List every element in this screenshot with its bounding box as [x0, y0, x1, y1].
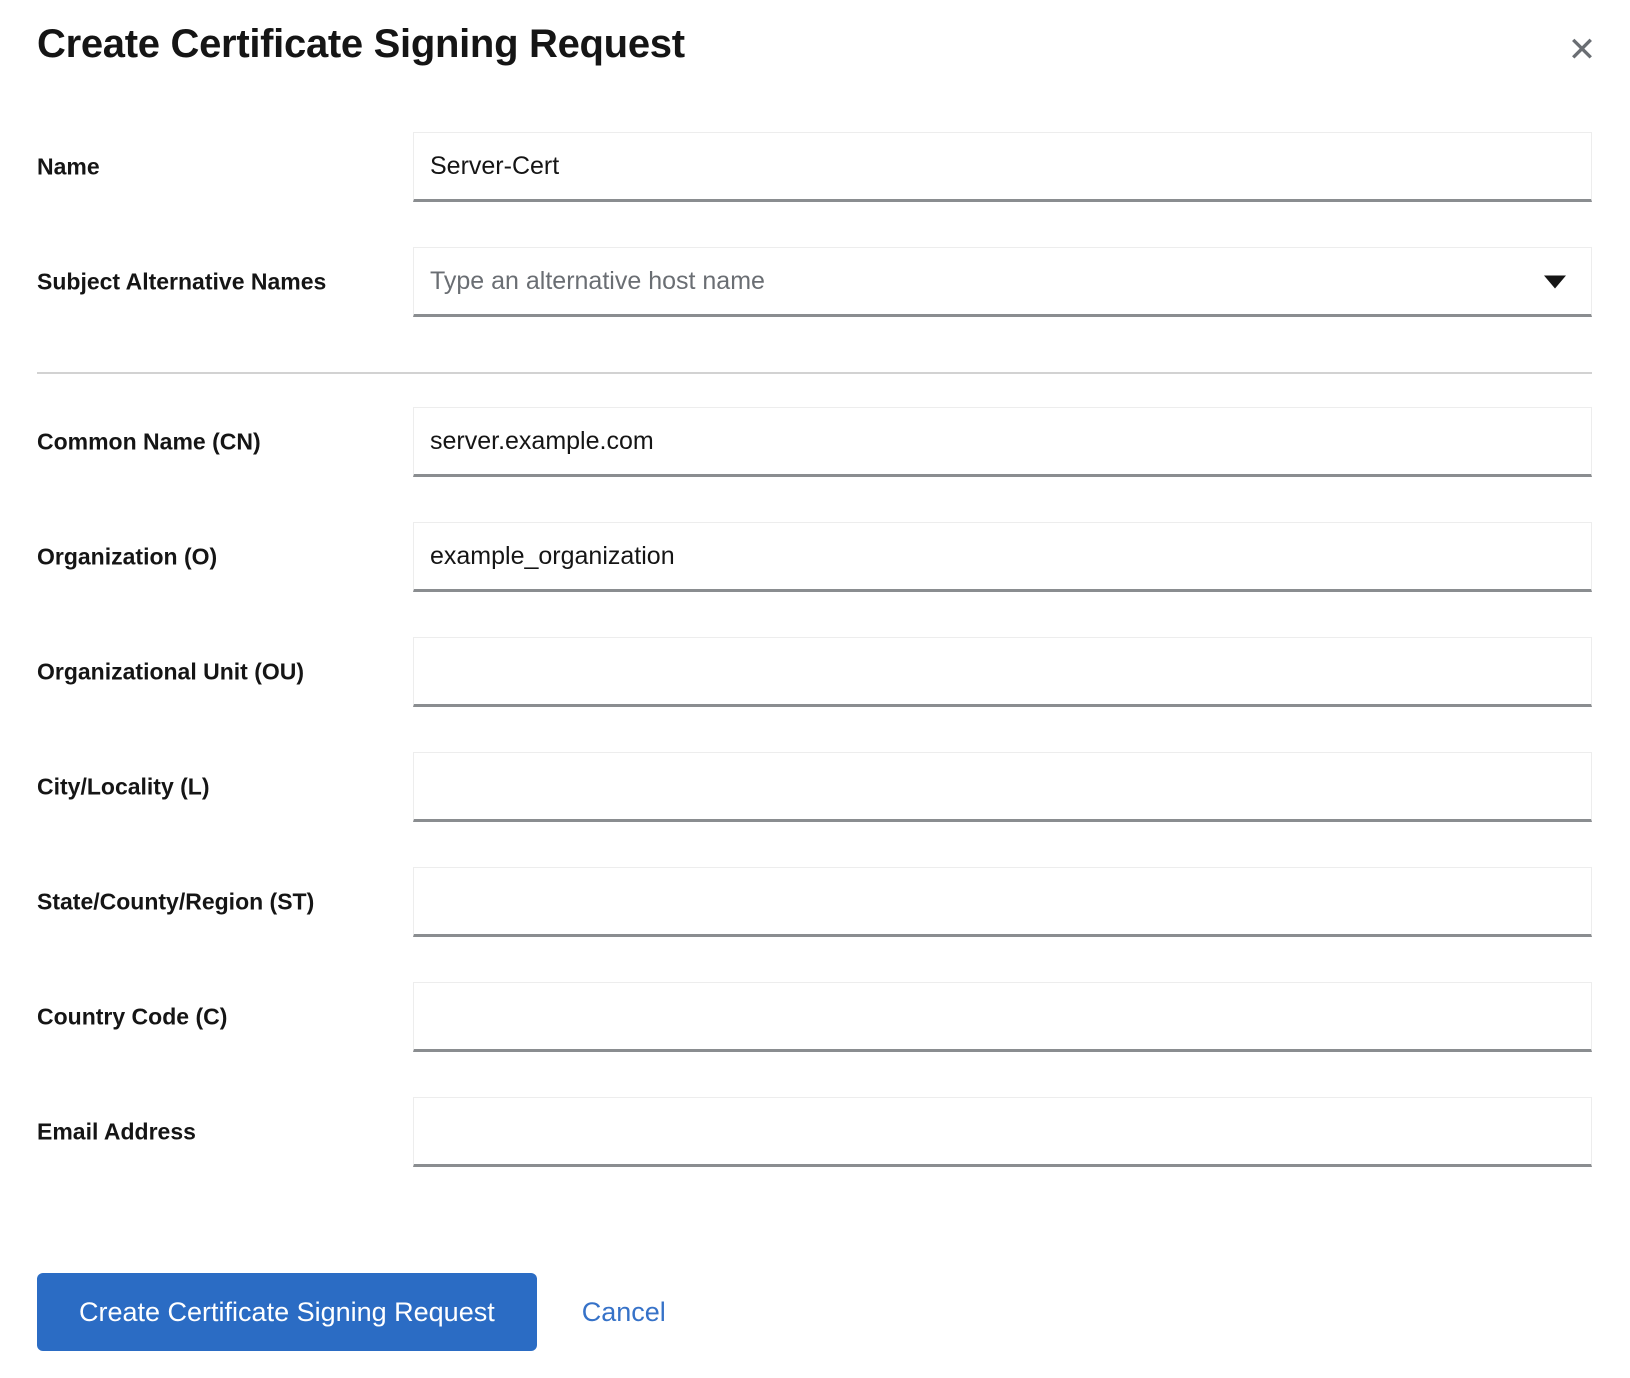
country-code-input[interactable] — [413, 982, 1592, 1052]
close-button[interactable]: ✕ — [1556, 24, 1608, 76]
cancel-button[interactable]: Cancel — [582, 1297, 666, 1328]
form-row-organizational-unit: Organizational Unit (OU) — [37, 637, 1592, 707]
section-divider — [37, 372, 1592, 374]
field-wrap-organization — [413, 522, 1592, 592]
form-row-organization: Organization (O) — [37, 522, 1592, 592]
dialog-header: Create Certificate Signing Request ✕ — [0, 0, 1630, 110]
label-organization: Organization (O) — [37, 544, 217, 571]
label-name: Name — [37, 154, 100, 181]
label-state-county-region: State/County/Region (ST) — [37, 889, 314, 916]
form-row-name: Name — [37, 132, 1592, 202]
subject-alternative-names-input[interactable] — [413, 247, 1592, 317]
form-row-email-address: Email Address — [37, 1097, 1592, 1167]
page-title: Create Certificate Signing Request — [37, 22, 685, 67]
create-csr-button[interactable]: Create Certificate Signing Request — [37, 1273, 537, 1351]
field-wrap-state-county-region — [413, 867, 1592, 937]
form-row-subject-alternative-names: Subject Alternative Names — [37, 247, 1592, 317]
label-email-address: Email Address — [37, 1119, 196, 1146]
field-wrap-common-name — [413, 407, 1592, 477]
field-wrap-organizational-unit — [413, 637, 1592, 707]
close-icon: ✕ — [1568, 33, 1597, 67]
label-subject-alternative-names: Subject Alternative Names — [37, 269, 326, 296]
field-wrap-name — [413, 132, 1592, 202]
field-wrap-subject-alternative-names — [413, 247, 1592, 317]
label-city-locality: City/Locality (L) — [37, 774, 210, 801]
dialog-footer: Create Certificate Signing Request Cance… — [37, 1273, 666, 1351]
common-name-input[interactable] — [413, 407, 1592, 477]
form-row-common-name: Common Name (CN) — [37, 407, 1592, 477]
email-address-input[interactable] — [413, 1097, 1592, 1167]
field-wrap-email-address — [413, 1097, 1592, 1167]
label-organizational-unit: Organizational Unit (OU) — [37, 659, 304, 686]
name-input[interactable] — [413, 132, 1592, 202]
organization-input[interactable] — [413, 522, 1592, 592]
state-county-region-input[interactable] — [413, 867, 1592, 937]
city-locality-input[interactable] — [413, 752, 1592, 822]
form-row-country-code: Country Code (C) — [37, 982, 1592, 1052]
create-csr-dialog: Create Certificate Signing Request ✕ Nam… — [0, 0, 1630, 1378]
form-row-city-locality: City/Locality (L) — [37, 752, 1592, 822]
field-wrap-city-locality — [413, 752, 1592, 822]
form-row-state-county-region: State/County/Region (ST) — [37, 867, 1592, 937]
label-country-code: Country Code (C) — [37, 1004, 227, 1031]
field-wrap-country-code — [413, 982, 1592, 1052]
organizational-unit-input[interactable] — [413, 637, 1592, 707]
label-common-name: Common Name (CN) — [37, 429, 261, 456]
